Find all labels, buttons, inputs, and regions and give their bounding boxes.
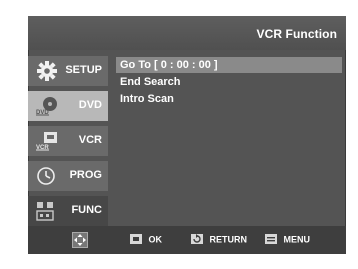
menu-icon xyxy=(265,234,277,246)
menu-item-go-to[interactable]: Go To [ 0 : 00 : 00 ] xyxy=(116,57,342,73)
ok-label: OK xyxy=(148,234,163,245)
function-menu: Go To [ 0 : 00 : 00 ] End Search Intro S… xyxy=(116,57,342,108)
sidebar-item-vcr[interactable]: VCR VCR xyxy=(28,126,108,156)
clock-icon xyxy=(35,165,59,187)
title-bar: VCR Function xyxy=(28,16,346,50)
menu-hint: MENU xyxy=(265,234,310,246)
footer-hints: OK RETURN MENU xyxy=(28,226,346,254)
dpad-icon xyxy=(72,232,88,250)
gear-icon xyxy=(35,60,59,82)
osd-screen: VCR Function SETUP DVD DVD VCR VCR PROG … xyxy=(28,16,346,254)
sidebar-item-label: PROG xyxy=(69,169,102,181)
sidebar-item-prog[interactable]: PROG xyxy=(28,161,108,191)
sidebar-item-setup[interactable]: SETUP xyxy=(28,56,108,86)
window-title: VCR Function xyxy=(256,27,337,41)
func-grid-icon xyxy=(35,200,59,222)
sidebar-item-dvd[interactable]: DVD DVD xyxy=(28,91,108,121)
ok-icon xyxy=(130,234,142,246)
sidebar-item-label: DVD xyxy=(78,99,102,111)
dpad-hint xyxy=(72,232,92,250)
ok-hint: OK xyxy=(130,234,162,246)
sidebar-item-func[interactable]: FUNC xyxy=(28,196,108,226)
sidebar-item-label: VCR xyxy=(78,134,102,146)
menu-item-intro-scan[interactable]: Intro Scan xyxy=(116,91,342,107)
menu-item-end-search[interactable]: End Search xyxy=(116,74,342,90)
return-icon xyxy=(191,234,203,246)
sidebar-item-label: FUNC xyxy=(71,204,102,216)
dvd-disc-icon: DVD xyxy=(35,95,59,117)
sidebar: SETUP DVD DVD VCR VCR PROG FUNC xyxy=(28,56,108,231)
menu-label: MENU xyxy=(283,234,311,245)
vcr-tape-icon: VCR xyxy=(35,130,59,152)
return-hint: RETURN xyxy=(191,234,247,246)
sidebar-item-label: SETUP xyxy=(65,64,102,76)
return-label: RETURN xyxy=(209,234,248,245)
